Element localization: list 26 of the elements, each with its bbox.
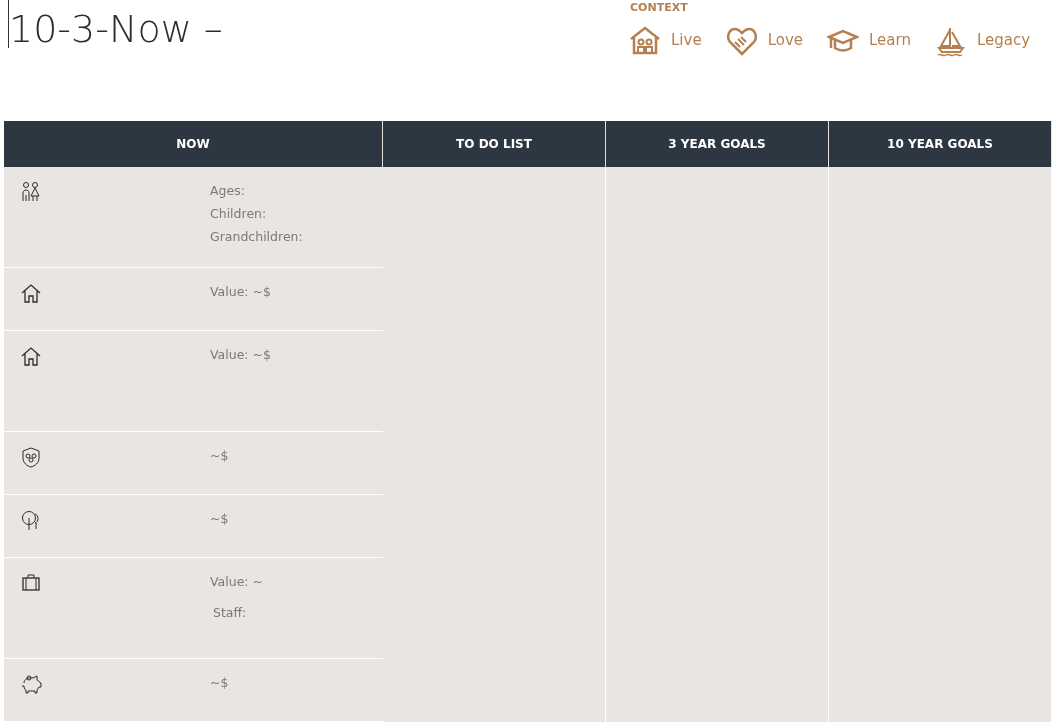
context-item-label: Love xyxy=(767,30,804,52)
column-header: NOW xyxy=(4,121,383,167)
page-title: 10-3-Now – xyxy=(8,0,620,48)
context-item-label: Legacy xyxy=(976,30,1031,52)
cell-text: ~$ xyxy=(210,447,229,465)
context-item-label: Learn xyxy=(869,30,911,52)
piggy-bank-icon xyxy=(20,672,42,695)
cell-text: Ages: xyxy=(210,182,246,200)
context-item-label: Live xyxy=(671,30,702,52)
column-header: 3 YEAR GOALS xyxy=(606,121,829,167)
column-header: 10 YEAR GOALS xyxy=(829,121,1052,167)
cell-text: Children: xyxy=(210,205,268,223)
cell-text: Value: ~$ xyxy=(210,283,271,301)
column-header: TO DO LIST xyxy=(383,121,606,167)
cell-text: Grandchildren: xyxy=(210,228,303,246)
context-label: CONTEXT xyxy=(630,0,689,16)
cell-text: ~$ xyxy=(210,510,229,528)
trees-icon xyxy=(20,508,42,531)
shield-icon xyxy=(20,445,42,468)
cell-text: Staff: xyxy=(212,604,248,622)
people-icon xyxy=(20,180,42,203)
briefcase-icon xyxy=(20,571,42,594)
cell-text: ~$ xyxy=(210,674,229,692)
house-family-icon xyxy=(629,24,661,57)
cell-text: Value: ~ xyxy=(210,573,263,591)
cell-text: Value: ~$ xyxy=(210,346,271,364)
